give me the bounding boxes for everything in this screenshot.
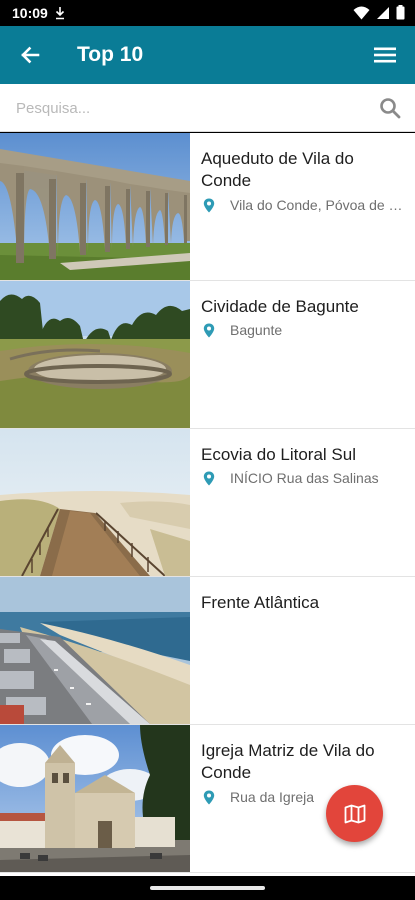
item-location: INÍCIO Rua das Salinas — [203, 468, 408, 488]
item-title: Aqueduto de Vila do Conde — [201, 149, 354, 190]
item-location-text: Rua da Igreja — [230, 789, 315, 805]
search-bar — [0, 84, 415, 132]
item-location: Vila do Conde, Póvoa de Varzim — [203, 195, 408, 215]
map-pin-icon — [203, 471, 215, 485]
item-location-text: INÍCIO Rua das Salinas — [230, 470, 379, 486]
item-photo — [0, 577, 190, 724]
list-item[interactable]: Aqueduto de Vila do Conde Vila do Conde,… — [0, 133, 415, 281]
item-title: Igreja Matriz de Vila do Conde — [201, 741, 375, 782]
search-icon[interactable] — [379, 97, 401, 119]
item-title: Frente Atlântica — [201, 593, 320, 612]
app-bar: Top 10 — [0, 26, 415, 84]
battery-icon — [396, 5, 405, 20]
wifi-icon — [353, 6, 370, 19]
status-time: 10:09 — [12, 5, 48, 21]
map-pin-icon — [203, 323, 215, 337]
back-button[interactable] — [12, 37, 48, 73]
attraction-list: Aqueduto de Vila do Conde Vila do Conde,… — [0, 133, 415, 876]
item-location-text: Vila do Conde, Póvoa de Varzim — [230, 197, 408, 213]
download-icon — [55, 7, 65, 20]
item-title: Ecovia do Litoral Sul — [201, 445, 356, 464]
status-bar: 10:09 — [0, 0, 415, 26]
home-indicator[interactable] — [150, 886, 265, 890]
map-pin-icon — [203, 790, 215, 804]
list-item[interactable]: Frente Atlântica — [0, 577, 415, 725]
page-title: Top 10 — [77, 43, 144, 66]
system-nav-bar — [0, 876, 415, 900]
item-photo — [0, 133, 190, 280]
search-input[interactable] — [0, 84, 360, 132]
item-photo — [0, 725, 190, 872]
item-title: Cividade de Bagunte — [201, 297, 359, 316]
list-item[interactable]: Ecovia do Litoral Sul INÍCIO Rua das Sal… — [0, 429, 415, 577]
item-location-text: Bagunte — [230, 322, 283, 338]
menu-button[interactable] — [367, 37, 403, 73]
map-icon — [344, 804, 365, 823]
map-view-button[interactable] — [326, 785, 383, 842]
item-location: Bagunte — [203, 320, 408, 340]
item-photo — [0, 281, 190, 428]
signal-icon — [377, 6, 389, 19]
arrow-left-icon — [21, 46, 40, 64]
hamburger-menu-icon — [374, 47, 396, 63]
list-item[interactable]: Cividade de Bagunte Bagunte — [0, 281, 415, 429]
item-photo — [0, 429, 190, 576]
status-icons — [353, 5, 405, 20]
map-pin-icon — [203, 198, 215, 212]
